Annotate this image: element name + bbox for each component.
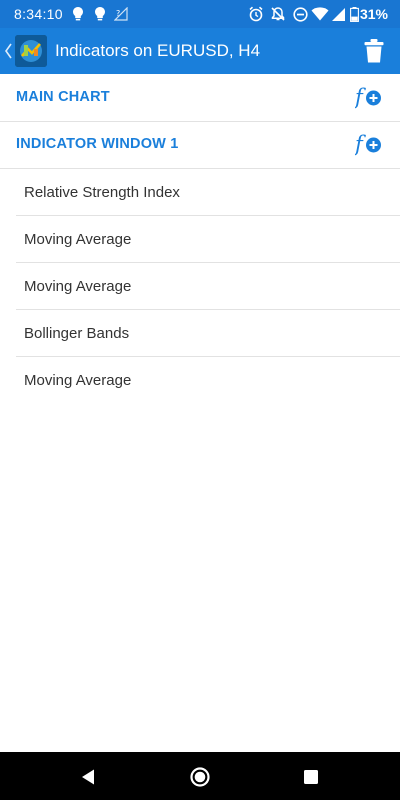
section-label: MAIN CHART bbox=[16, 89, 110, 105]
no-signal-icon: ? bbox=[114, 5, 128, 23]
wifi-icon bbox=[311, 5, 329, 23]
battery-icon bbox=[349, 5, 359, 23]
alarm-icon bbox=[247, 5, 265, 23]
indicator-item[interactable]: Relative Strength Index bbox=[16, 168, 400, 216]
battery-percent: 31% bbox=[359, 6, 388, 22]
svg-text:f: f bbox=[355, 132, 366, 156]
indicator-name: Bollinger Bands bbox=[24, 325, 130, 342]
svg-text:f: f bbox=[355, 85, 366, 109]
cell-signal-icon bbox=[331, 5, 345, 23]
navigation-bar bbox=[0, 752, 400, 800]
section-label: INDICATOR WINDOW 1 bbox=[16, 136, 179, 152]
indicator-name: Moving Average bbox=[24, 231, 132, 248]
app-bar: Indicators on EURUSD, H4 bbox=[0, 28, 400, 74]
trash-icon[interactable] bbox=[363, 38, 385, 64]
indicator-item[interactable]: Moving Average bbox=[16, 262, 400, 310]
status-time: 8:34:10 bbox=[14, 6, 63, 22]
chevron-left-icon[interactable] bbox=[3, 41, 13, 61]
section-indicator-window-1: INDICATOR WINDOW 1 f bbox=[0, 121, 400, 169]
svg-text:?: ? bbox=[116, 9, 120, 18]
indicator-name: Relative Strength Index bbox=[24, 184, 180, 201]
indicator-name: Moving Average bbox=[24, 372, 132, 389]
lightbulb-icon bbox=[72, 5, 84, 23]
indicator-name: Moving Average bbox=[24, 278, 132, 295]
section-main-chart: MAIN CHART f bbox=[0, 74, 400, 122]
triangle-back-icon[interactable] bbox=[77, 765, 101, 789]
function-add-icon[interactable]: f bbox=[353, 85, 383, 111]
square-recents-icon[interactable] bbox=[299, 765, 323, 789]
status-bar: 8:34:10 ? 31% bbox=[0, 0, 400, 28]
indicator-item[interactable]: Moving Average bbox=[16, 215, 400, 263]
indicator-item[interactable]: Moving Average bbox=[16, 356, 400, 403]
notifications-off-icon bbox=[269, 5, 287, 23]
lightbulb-icon bbox=[94, 5, 106, 23]
page-title: Indicators on EURUSD, H4 bbox=[55, 41, 261, 60]
function-add-icon[interactable]: f bbox=[353, 132, 383, 158]
indicator-item[interactable]: Bollinger Bands bbox=[16, 309, 400, 357]
circle-home-icon[interactable] bbox=[188, 765, 212, 789]
do-not-disturb-icon bbox=[291, 5, 309, 23]
app-logo[interactable] bbox=[15, 35, 47, 67]
